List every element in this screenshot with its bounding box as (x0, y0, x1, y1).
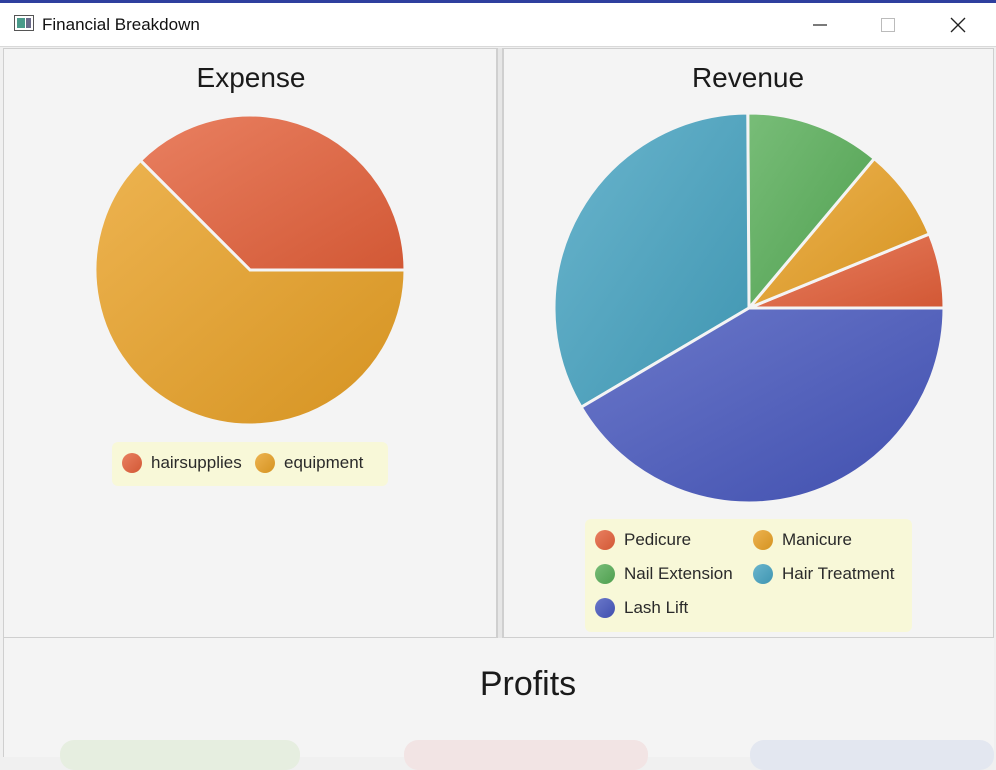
legend-item-manicure: Manicure (753, 530, 852, 550)
legend-swatch (753, 564, 773, 584)
legend-swatch (595, 530, 615, 550)
legend-swatch (122, 453, 142, 473)
legend-swatch (595, 598, 615, 618)
maximize-button[interactable] (854, 3, 922, 47)
legend-item-hairsupplies: hairsupplies (122, 453, 242, 473)
revenue-legend: Pedicure Manicure Nail Extension Hair Tr… (585, 519, 912, 632)
app-icon (14, 15, 34, 31)
profit-card (404, 740, 648, 770)
profit-card (60, 740, 300, 770)
legend-label: Manicure (782, 530, 852, 549)
expense-chart-panel: Expense hairsupplies equipment (3, 48, 497, 638)
legend-label: equipment (284, 453, 364, 472)
legend-item-hair-treatment: Hair Treatment (753, 564, 894, 584)
legend-label: Hair Treatment (782, 564, 895, 583)
expense-pie-chart (93, 113, 407, 427)
profit-card (750, 740, 994, 770)
legend-swatch (753, 530, 773, 550)
legend-item-nail-extension: Nail Extension (595, 564, 733, 584)
minimize-icon (813, 24, 827, 26)
expense-legend: hairsupplies equipment (112, 442, 388, 486)
window-title: Financial Breakdown (42, 15, 200, 34)
minimize-button[interactable] (786, 3, 854, 47)
revenue-chart-panel: Revenue Pedicure Manicure Nail Extension… (503, 48, 994, 638)
legend-label: Pedicure (624, 530, 692, 549)
legend-item-lash-lift: Lash Lift (595, 598, 688, 618)
maximize-icon (881, 18, 895, 32)
legend-label: Nail Extension (624, 564, 733, 583)
legend-label: hairsupplies (151, 453, 242, 472)
legend-swatch (255, 453, 275, 473)
legend-item-equipment: equipment (255, 453, 363, 473)
close-button[interactable] (924, 3, 992, 47)
legend-swatch (595, 564, 615, 584)
legend-label: Lash Lift (624, 598, 689, 617)
profits-title: Profits (479, 665, 577, 703)
close-icon (950, 17, 966, 33)
legend-item-pedicure: Pedicure (595, 530, 691, 550)
title-bar[interactable]: Financial Breakdown (0, 3, 996, 47)
